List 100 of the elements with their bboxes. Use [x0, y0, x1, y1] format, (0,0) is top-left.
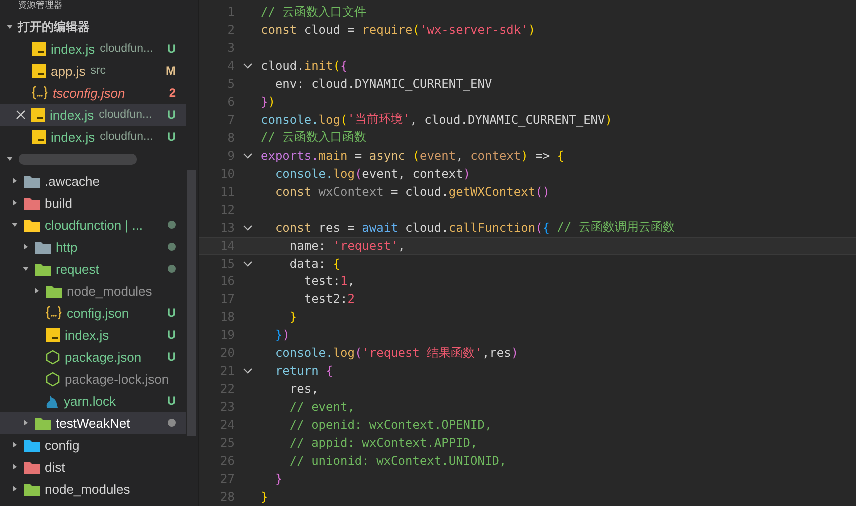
tree-item[interactable]: http	[0, 236, 186, 258]
code-token: return	[274, 364, 320, 378]
section-title: 打开的编辑器	[18, 18, 90, 36]
tree-item[interactable]: node_modules	[0, 478, 186, 500]
code-token: )	[282, 328, 290, 342]
code-token: name:	[288, 238, 328, 253]
tree-item[interactable]: request	[0, 258, 186, 280]
tree-item[interactable]: index.js U	[0, 324, 186, 346]
file-name: .awcache	[45, 174, 100, 188]
file-path: src	[90, 65, 106, 77]
code-token: console.	[274, 166, 334, 181]
code-token: test2:	[303, 292, 348, 306]
chevron-icon[interactable]	[11, 177, 19, 185]
code-token: (	[536, 220, 543, 235]
git-status-letter: U	[167, 108, 176, 122]
chevron-icon[interactable]	[11, 441, 19, 449]
hexagon-icon	[46, 350, 60, 364]
code-token: ,	[348, 274, 355, 288]
open-editor-item[interactable]: index.js cloudfun... U	[0, 104, 186, 126]
code-token: log	[333, 346, 355, 360]
code-token: const	[274, 184, 313, 199]
braces-icon	[32, 86, 48, 100]
open-editor-item[interactable]: index.js cloudfun... U	[0, 38, 186, 60]
file-name: testWeakNet	[56, 416, 130, 430]
code-token: // openid: wxContext.OPENID,	[288, 418, 492, 432]
fold-chevron-icon[interactable]	[243, 224, 253, 231]
code-token: (	[354, 166, 362, 181]
file-icon	[46, 328, 60, 342]
code-token: ,	[398, 238, 406, 253]
code-token: // 云函数入口文件	[261, 4, 367, 20]
file-name: request	[56, 262, 100, 276]
code-token: const	[261, 22, 298, 37]
hexagon-icon	[46, 372, 60, 386]
code-token: data:	[288, 256, 328, 270]
file-name: node_modules	[67, 284, 152, 298]
fold-chevron-icon[interactable]	[243, 260, 253, 266]
tree-item[interactable]: testWeakNet	[0, 412, 186, 434]
scrollbar-thumb[interactable]	[187, 170, 196, 436]
code-token: (	[333, 58, 340, 73]
file-name: package.json	[65, 350, 142, 364]
code-token: exports.	[261, 148, 319, 163]
git-status-letter: U	[167, 306, 176, 320]
file-path: cloudfun...	[100, 43, 154, 55]
section-header[interactable]: 打开的编辑器	[0, 16, 198, 38]
code-token: res =	[318, 220, 356, 235]
git-status-letter: U	[167, 350, 176, 364]
chevron-icon[interactable]	[11, 463, 19, 471]
tree-item[interactable]: config.json U	[0, 302, 186, 324]
code-token: cloud.	[261, 58, 304, 73]
fold-chevron-icon[interactable]	[243, 368, 253, 374]
chevron-icon[interactable]	[11, 221, 19, 229]
chevron-icon[interactable]	[11, 485, 19, 493]
code-token: (	[412, 148, 420, 163]
tree-item[interactable]: build	[0, 192, 186, 214]
file-name: config.json	[67, 306, 130, 320]
code-token: {	[557, 148, 565, 163]
open-editor-item[interactable]: index.js cloudfun... U	[0, 126, 186, 148]
braces-icon	[46, 306, 62, 320]
code-token: {	[542, 220, 550, 235]
fold-chevron-icon[interactable]	[243, 152, 253, 159]
file-name: app.js	[51, 64, 86, 78]
code-token: callFunction	[448, 220, 536, 235]
code-token: // unionid: wxContext.UNIONID,	[288, 454, 507, 468]
code-token: }	[274, 472, 283, 486]
file-name: yarn.lock	[64, 394, 116, 408]
tree-item[interactable]: package-lock.json	[0, 368, 186, 390]
tree-item[interactable]: package.json U	[0, 346, 186, 368]
file-name: dist	[45, 460, 66, 474]
code-token: console.	[274, 346, 334, 360]
code-token: 'request'	[333, 238, 398, 253]
code-token: 'wx-server-sdk'	[420, 22, 528, 37]
close-icon[interactable]	[16, 110, 26, 120]
file-icon	[32, 42, 46, 56]
chevron-icon[interactable]	[33, 287, 41, 295]
tree-item[interactable]: cloudfunction | ...	[0, 214, 186, 236]
code-token: ()	[536, 184, 550, 199]
chevron-icon[interactable]	[22, 265, 30, 273]
file-name: index.js	[51, 42, 96, 56]
tree-item[interactable]: .awcache	[0, 170, 186, 192]
tree-item[interactable]: config	[0, 434, 186, 456]
fold-chevron-icon[interactable]	[243, 62, 253, 69]
code-token: {	[326, 364, 334, 378]
chevron-icon[interactable]	[6, 23, 14, 31]
code-token: await	[362, 220, 398, 235]
code-token: const	[274, 220, 312, 235]
code-token: (	[354, 346, 362, 360]
tree-item[interactable]: dist	[0, 456, 186, 478]
chevron-icon[interactable]	[11, 199, 19, 207]
chevron-icon[interactable]	[22, 419, 30, 427]
code-token: env: cloud.DYNAMIC_CURRENT_ENV	[274, 76, 492, 91]
tree-item[interactable]: yarn.lock U	[0, 390, 186, 412]
code-token: event	[420, 148, 456, 163]
open-editor-item[interactable]: tsconfig.json 2	[0, 82, 186, 104]
open-editor-item[interactable]: app.js src M	[0, 60, 186, 82]
code-token: init	[304, 58, 334, 73]
git-status-letter: U	[167, 328, 176, 342]
tree-item[interactable]: node_modules	[0, 280, 186, 302]
code-token: event, context	[362, 166, 464, 181]
chevron-icon[interactable]	[6, 155, 14, 163]
chevron-icon[interactable]	[22, 243, 30, 251]
